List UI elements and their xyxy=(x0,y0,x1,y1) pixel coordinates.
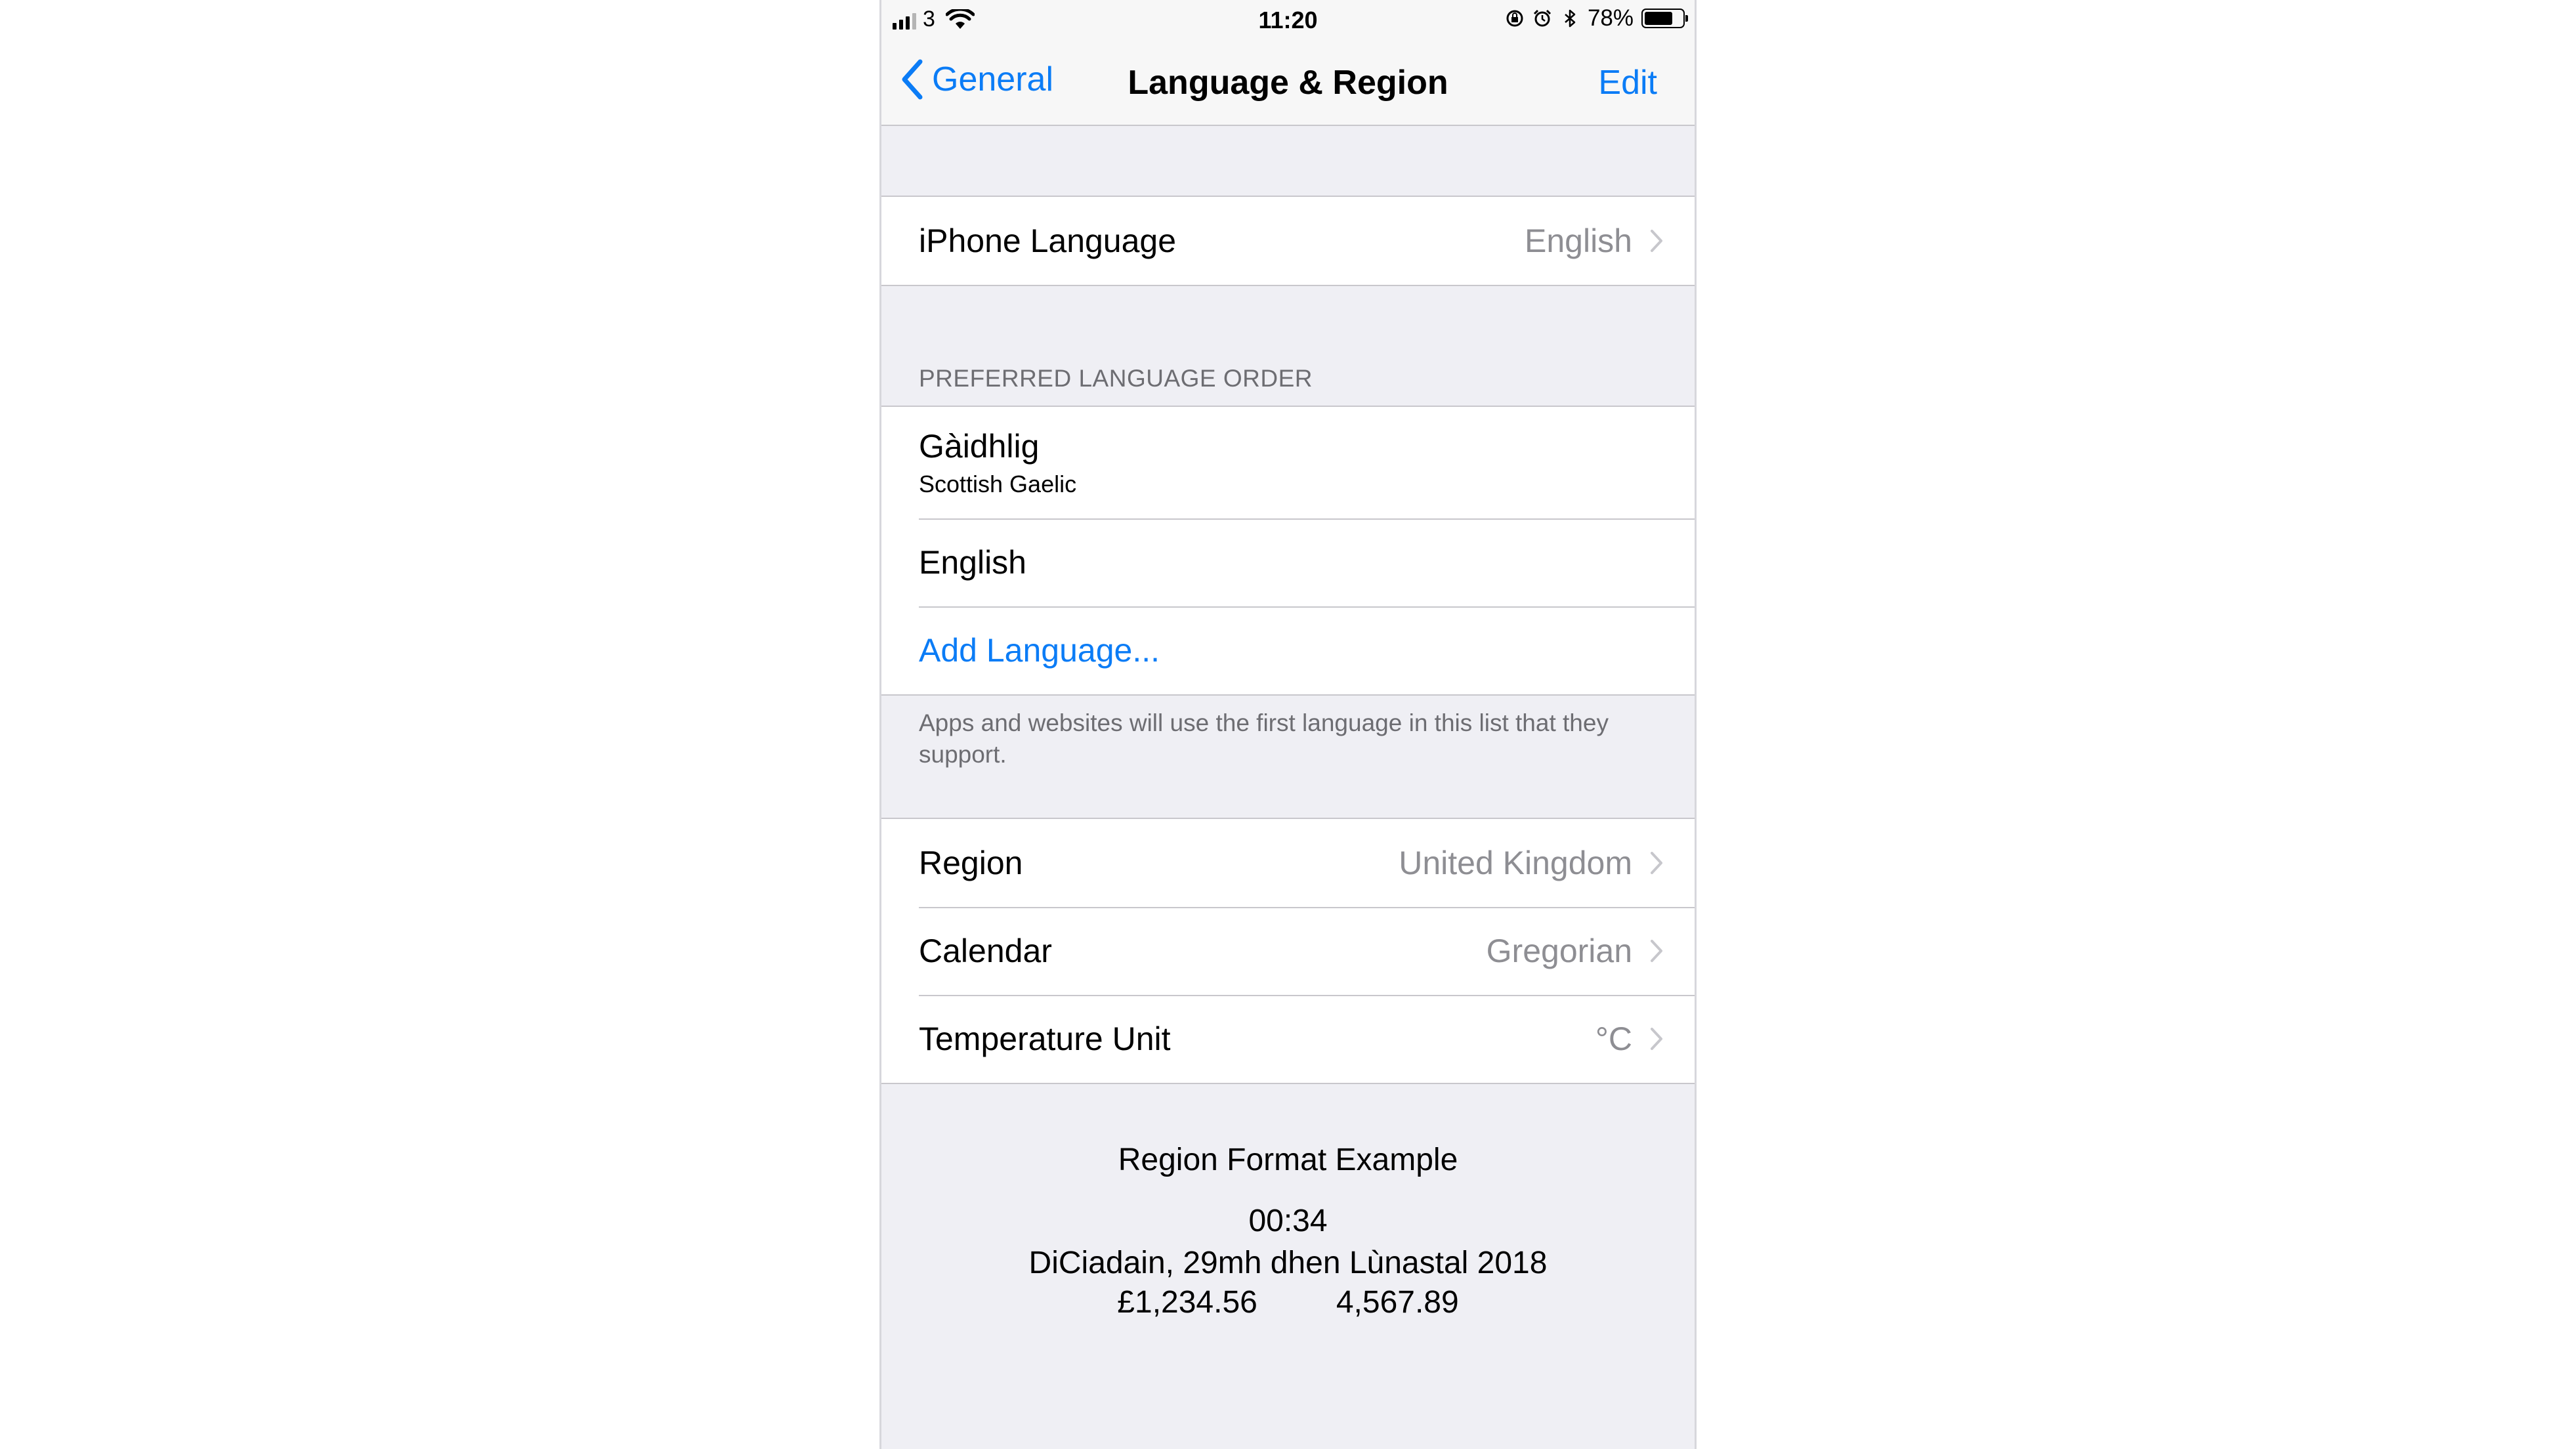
region-row[interactable]: Region United Kingdom xyxy=(879,819,1697,907)
row-value: °C xyxy=(1595,1020,1632,1057)
rotation-lock-icon xyxy=(1506,10,1523,27)
phone-screen: 3 11:20 78% General Language & Region Ed… xyxy=(879,0,1697,1449)
chevron-right-icon xyxy=(1651,1028,1662,1050)
row-value: English xyxy=(1525,222,1632,259)
alarm-icon xyxy=(1533,9,1551,27)
chevron-right-icon xyxy=(1651,230,1662,252)
navigation-bar: General Language & Region Edit xyxy=(879,41,1697,126)
iphone-language-group: iPhone Language English xyxy=(879,196,1697,286)
row-value: United Kingdom xyxy=(1399,845,1632,881)
language-name: English xyxy=(919,544,1026,581)
temperature-unit-row[interactable]: Temperature Unit °C xyxy=(879,995,1697,1083)
bluetooth-icon xyxy=(1565,9,1576,28)
section-header-preferred-language: PREFERRED LANGUAGE ORDER xyxy=(919,365,1313,392)
row-label: Temperature Unit xyxy=(919,1020,1171,1057)
back-button[interactable]: General xyxy=(899,59,1053,100)
regional-settings-group: Region United Kingdom Calendar Gregorian… xyxy=(879,818,1697,1084)
calendar-row[interactable]: Calendar Gregorian xyxy=(879,907,1697,995)
language-item-english[interactable]: English xyxy=(879,518,1697,606)
example-title: Region Format Example xyxy=(1118,1143,1458,1177)
region-format-example: Region Format Example 00:34 DiCiadain, 2… xyxy=(879,1142,1697,1320)
status-bar: 3 11:20 78% xyxy=(879,0,1697,41)
back-button-label: General xyxy=(932,60,1053,98)
add-language-row[interactable]: Add Language... xyxy=(879,606,1697,694)
row-label: Region xyxy=(919,845,1023,881)
status-right: 78% xyxy=(1505,5,1688,32)
iphone-language-row[interactable]: iPhone Language English xyxy=(879,197,1697,285)
row-label: Calendar xyxy=(919,933,1052,969)
battery-fill xyxy=(1645,12,1673,25)
battery-icon xyxy=(1641,9,1688,28)
chevron-left-icon xyxy=(902,59,923,100)
row-value: Gregorian xyxy=(1486,933,1632,969)
example-numbers: £1,234.56 4,567.89 xyxy=(879,1284,1697,1320)
add-language-link[interactable]: Add Language... xyxy=(919,631,1160,669)
battery-percentage: 78% xyxy=(1587,5,1634,31)
right-edge xyxy=(1695,0,1697,1449)
example-date: DiCiadain, 29mh dhen Lùnastal 2018 xyxy=(1028,1246,1548,1280)
language-name: Gàidhlig xyxy=(919,428,1040,465)
example-number: 4,567.89 xyxy=(1336,1285,1459,1320)
example-time: 00:34 xyxy=(1248,1204,1328,1238)
chevron-right-icon xyxy=(1651,940,1662,962)
language-subtitle: Scottish Gaelic xyxy=(919,471,1077,497)
row-label: iPhone Language xyxy=(919,222,1177,259)
preferred-language-group: Gàidhlig Scottish Gaelic English Add Lan… xyxy=(879,406,1697,696)
language-item-gaelic[interactable]: Gàidhlig Scottish Gaelic xyxy=(879,407,1697,518)
chevron-right-icon xyxy=(1651,852,1662,874)
example-currency: £1,234.56 xyxy=(1117,1285,1257,1320)
edit-button[interactable]: Edit xyxy=(1598,63,1657,102)
left-edge xyxy=(879,0,881,1449)
section-footer-note: Apps and websites will use the first lan… xyxy=(919,709,1609,768)
